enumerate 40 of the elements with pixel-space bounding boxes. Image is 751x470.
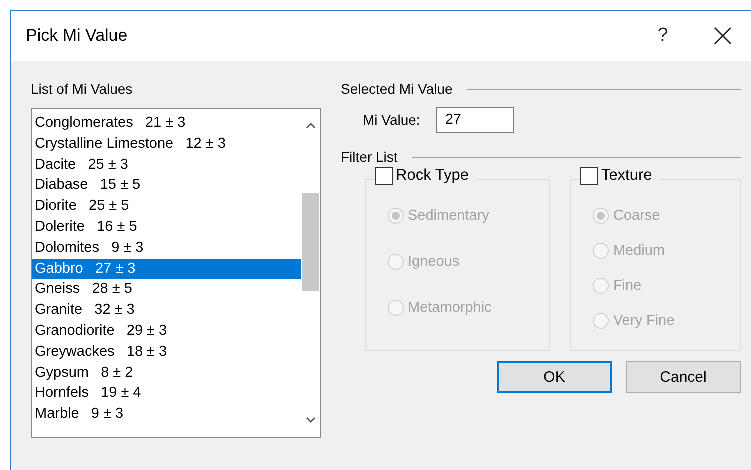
radio-button[interactable] bbox=[388, 208, 404, 224]
radio-button[interactable] bbox=[593, 313, 610, 329]
radio-button[interactable] bbox=[593, 278, 610, 294]
radio-button[interactable] bbox=[388, 300, 404, 316]
radio-button[interactable] bbox=[593, 208, 610, 224]
list-item[interactable]: Conglomerates 21 ± 3 bbox=[32, 113, 301, 134]
list-item[interactable]: Crystalline Limestone 12 ± 3 bbox=[32, 134, 301, 155]
list-item[interactable]: Dacite 25 ± 3 bbox=[32, 154, 301, 176]
list-item[interactable]: Marble 9 ± 3 bbox=[32, 404, 301, 425]
mi-value-field[interactable]: 27 bbox=[436, 107, 514, 133]
section-title: Selected Mi Value bbox=[341, 81, 453, 97]
list-item[interactable]: Gneiss 28 ± 5 bbox=[32, 279, 301, 300]
list-item[interactable]: Gabbro 27 ± 3 bbox=[32, 258, 301, 280]
radio-button[interactable] bbox=[593, 243, 610, 259]
checkbox[interactable] bbox=[580, 167, 598, 185]
dialog-button[interactable]: OK bbox=[497, 361, 612, 393]
field-label: Mi Value: bbox=[363, 112, 420, 128]
list-item[interactable]: Hornfels 19 ± 4 bbox=[32, 383, 301, 404]
list-item[interactable]: Diabase 15 ± 5 bbox=[32, 175, 301, 196]
radio-button[interactable] bbox=[388, 254, 404, 270]
dialog-button[interactable]: Cancel bbox=[626, 361, 741, 393]
checkbox-label[interactable]: Texture bbox=[601, 167, 652, 185]
scroll-up-icon[interactable] bbox=[306, 121, 316, 131]
section-title: Filter List bbox=[341, 149, 398, 165]
scroll-down-icon[interactable] bbox=[306, 415, 316, 425]
list-item[interactable]: Granite 32 ± 3 bbox=[32, 300, 301, 321]
list-item[interactable]: Greywackes 18 ± 3 bbox=[32, 342, 301, 363]
list-item[interactable]: Granodiorite 29 ± 3 bbox=[32, 320, 301, 342]
list-item[interactable]: Dolomites 9 ± 3 bbox=[32, 238, 301, 259]
list-item[interactable]: Gypsum 8 ± 2 bbox=[32, 362, 301, 384]
close-icon[interactable] bbox=[713, 26, 733, 46]
help-button[interactable]: ? bbox=[643, 25, 683, 47]
list-label: List of Mi Values bbox=[31, 81, 133, 97]
checkbox-label[interactable]: Rock Type bbox=[396, 167, 469, 185]
list-item[interactable]: Dolerite 16 ± 5 bbox=[32, 216, 301, 238]
scroll-thumb[interactable] bbox=[302, 193, 319, 291]
values-list[interactable] bbox=[31, 108, 321, 438]
window-title: Pick Mi Value bbox=[26, 26, 129, 46]
list-item[interactable]: Diorite 25 ± 5 bbox=[32, 196, 301, 217]
checkbox[interactable] bbox=[375, 167, 393, 185]
